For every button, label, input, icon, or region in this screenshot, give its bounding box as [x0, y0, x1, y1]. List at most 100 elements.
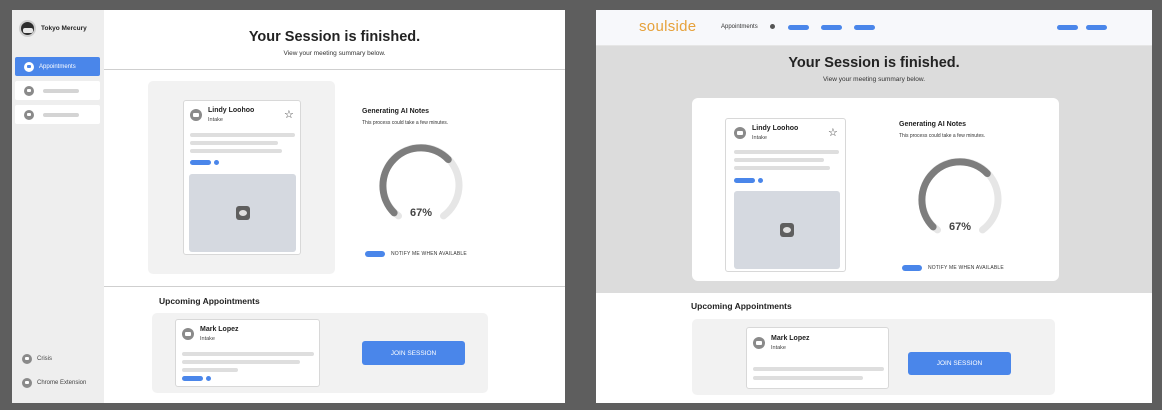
avatar [19, 20, 36, 37]
notify-toggle[interactable] [365, 251, 385, 257]
sidebar-item-appointments[interactable]: Appointments [15, 57, 100, 76]
sidebar-item-label: Chrome Extension [37, 380, 87, 386]
gauge-value: 67% [409, 207, 433, 219]
nav-icon [24, 85, 34, 96]
nav-dot [770, 24, 775, 29]
status-dot [206, 376, 211, 381]
gauge-value: 67% [948, 221, 972, 233]
progress-gauge: 67% [376, 143, 466, 224]
text-line [734, 158, 824, 162]
text-line [182, 368, 238, 372]
sidebar-item[interactable] [15, 81, 100, 100]
nav-link-appointments[interactable]: Appointments [721, 24, 758, 30]
nav-icon [24, 109, 34, 120]
status-dot [758, 178, 763, 183]
profile-name: Lindy Loohoo [208, 107, 255, 114]
gauge-fill [379, 144, 452, 217]
appointment-header: Mark Lopez Intake [182, 326, 239, 342]
ai-notes-subtitle: This process could take a few minutes. [899, 133, 986, 139]
text-line [753, 367, 884, 371]
placeholder-label [43, 112, 79, 117]
text-line [190, 133, 295, 137]
status-pill [182, 376, 203, 381]
page-header: Your Session is finished. View your meet… [104, 10, 565, 70]
user-name: Tokyo Mercury [41, 25, 87, 32]
appointment-tag: Intake [200, 336, 215, 342]
notify-toggle[interactable] [902, 265, 922, 271]
status-pill [190, 160, 211, 165]
sidebar: Tokyo Mercury Appointments Crisis Chrome… [12, 10, 104, 403]
status-dot [214, 160, 219, 165]
divider [104, 286, 565, 287]
avatar-icon [734, 127, 746, 139]
ai-notes-title: Generating AI Notes [362, 108, 430, 115]
text-line [734, 150, 839, 154]
appointment-tag: Intake [771, 345, 786, 351]
nav-link[interactable] [788, 25, 809, 30]
nav-action[interactable] [1057, 25, 1078, 30]
image-placeholder [734, 191, 840, 269]
text-line [753, 376, 863, 380]
appointment-name: Mark Lopez [771, 335, 810, 342]
join-session-button[interactable]: JOIN SESSION [362, 341, 465, 365]
text-line [190, 141, 278, 145]
profile-header: Lindy Loohoo Intake [734, 125, 798, 141]
gauge-fill [918, 158, 991, 231]
text-line [734, 166, 830, 170]
notify-toggle-row[interactable]: NOTIFY ME WHEN AVAILABLE [365, 251, 467, 257]
star-icon[interactable]: ☆ [284, 110, 294, 121]
app-window-topnav-layout: soulside Appointments Your Session is fi… [596, 10, 1152, 403]
notify-label: NOTIFY ME WHEN AVAILABLE [391, 251, 467, 257]
notify-label: NOTIFY ME WHEN AVAILABLE [928, 265, 1004, 271]
page-subtitle: View your meeting summary below. [822, 76, 926, 83]
upcoming-title: Upcoming Appointments [691, 301, 792, 311]
join-session-button[interactable]: JOIN SESSION [908, 352, 1011, 375]
image-icon [780, 223, 794, 237]
profile-card[interactable]: Lindy Loohoo Intake ☆ [725, 118, 846, 272]
page-subtitle: View your meeting summary below. [283, 50, 386, 57]
notify-toggle-row[interactable]: NOTIFY ME WHEN AVAILABLE [902, 265, 1004, 271]
page-title: Your Session is finished. [248, 29, 421, 45]
profile-tag: Intake [208, 117, 223, 123]
logo[interactable]: soulside [639, 18, 696, 35]
user-icon [22, 378, 32, 388]
user-icon [22, 354, 32, 364]
nav-action[interactable] [1086, 25, 1107, 30]
avatar-icon [182, 328, 194, 340]
appointment-card[interactable]: Mark Lopez Intake [175, 319, 320, 387]
text-line [182, 352, 314, 356]
profile-card[interactable]: Lindy Loohoo Intake ☆ [183, 100, 301, 255]
sidebar-item-chrome-extension[interactable]: Chrome Extension [22, 378, 86, 388]
sidebar-item-label: Appointments [39, 63, 76, 70]
image-placeholder [189, 174, 296, 252]
ai-notes-title: Generating AI Notes [899, 121, 967, 128]
user-profile[interactable]: Tokyo Mercury [19, 20, 87, 37]
avatar-icon [190, 109, 202, 121]
appointment-header: Mark Lopez Intake [753, 335, 810, 351]
profile-tag: Intake [752, 135, 767, 141]
progress-gauge: 67% [915, 157, 1005, 238]
sidebar-item-label: Crisis [37, 356, 52, 362]
avatar-icon [753, 337, 765, 349]
ai-notes-subtitle: This process could take a few minutes. [362, 120, 449, 126]
appointment-card[interactable]: Mark Lopez Intake [746, 327, 889, 389]
upcoming-title: Upcoming Appointments [159, 296, 260, 306]
sidebar-item[interactable] [15, 105, 100, 124]
page-header: Your Session is finished. View your meet… [596, 55, 1152, 83]
profile-name: Lindy Loohoo [752, 125, 799, 132]
calendar-icon [24, 61, 34, 72]
text-line [190, 149, 282, 153]
page-title: Your Session is finished. [788, 55, 960, 71]
image-icon [235, 206, 250, 220]
star-icon[interactable]: ☆ [828, 128, 838, 139]
appointment-name: Mark Lopez [200, 326, 239, 333]
nav-link[interactable] [821, 25, 842, 30]
top-nav: soulside Appointments [596, 10, 1152, 46]
app-window-sidebar-layout: Tokyo Mercury Appointments Crisis Chrome… [12, 10, 565, 403]
text-line [182, 360, 300, 364]
profile-header: Lindy Loohoo Intake [190, 107, 254, 123]
sidebar-item-crisis[interactable]: Crisis [22, 354, 52, 364]
nav-link[interactable] [854, 25, 875, 30]
status-pill [734, 178, 755, 183]
placeholder-label [43, 88, 79, 93]
